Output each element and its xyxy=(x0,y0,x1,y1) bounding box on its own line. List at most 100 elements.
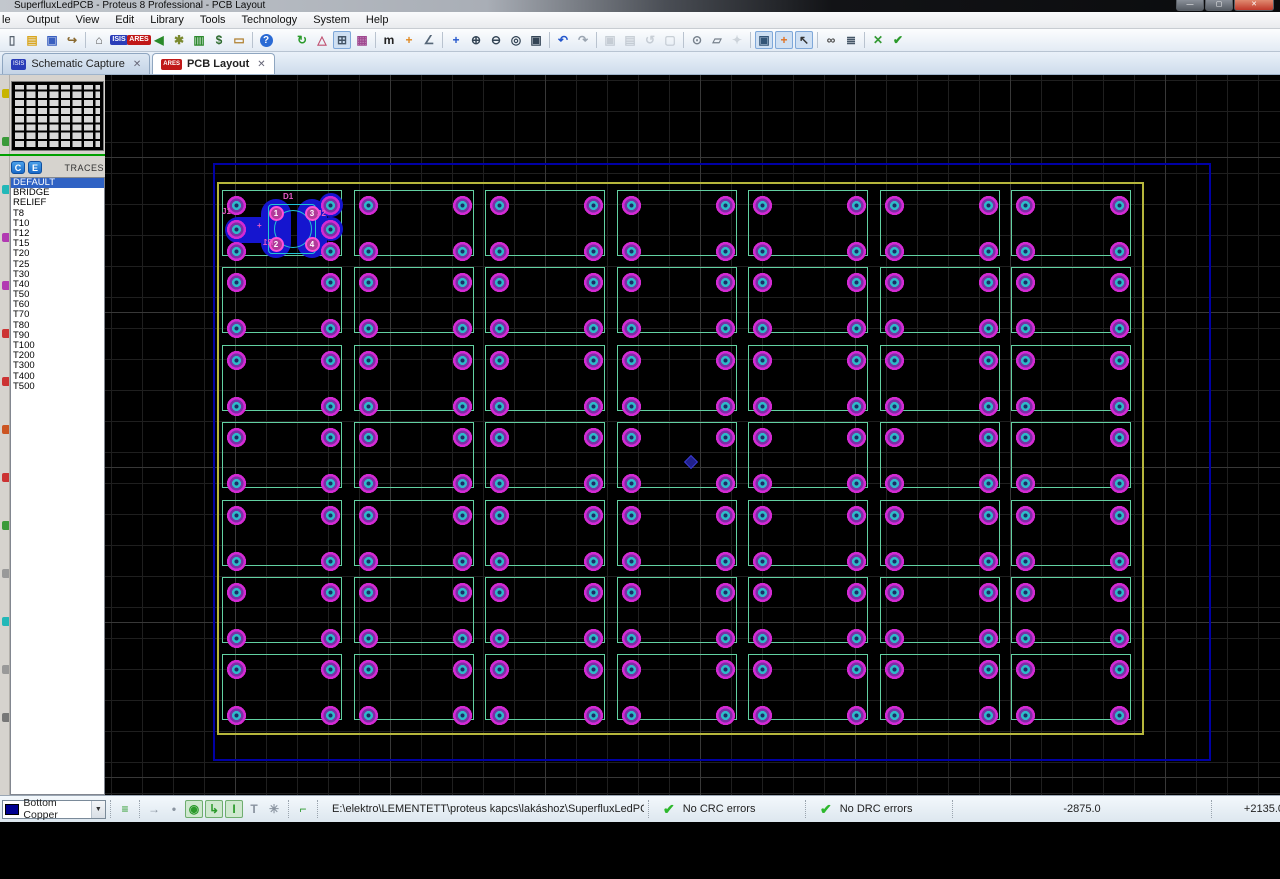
through-hole-pad[interactable] xyxy=(752,272,772,292)
zoom-sheet-icon[interactable]: ⊙ xyxy=(688,31,706,49)
through-hole-pad[interactable] xyxy=(884,396,904,416)
through-hole-pad[interactable] xyxy=(715,473,735,493)
through-hole-pad[interactable] xyxy=(583,659,603,679)
through-hole-pad[interactable] xyxy=(621,396,641,416)
through-hole-pad[interactable] xyxy=(752,473,772,493)
zoom-all-icon[interactable]: ◎ xyxy=(507,31,525,49)
footprint-cell[interactable] xyxy=(880,267,1000,338)
through-hole-pad[interactable] xyxy=(1109,427,1129,447)
through-hole-pad[interactable] xyxy=(358,396,378,416)
layer-lock-icon[interactable]: ▣ xyxy=(755,31,773,49)
through-hole-pad[interactable] xyxy=(752,551,772,571)
footprint-cell[interactable] xyxy=(485,345,605,416)
through-hole-pad[interactable] xyxy=(226,318,246,338)
through-hole-pad[interactable] xyxy=(320,272,340,292)
footprint-cell[interactable] xyxy=(1011,190,1131,261)
footprint-cell[interactable] xyxy=(485,500,605,571)
through-hole-pad[interactable] xyxy=(884,195,904,215)
through-hole-pad[interactable] xyxy=(978,705,998,725)
footprint-cell[interactable] xyxy=(1011,345,1131,416)
text-mode-icon[interactable]: T xyxy=(245,800,263,818)
footprint-cell[interactable] xyxy=(1011,577,1131,648)
through-hole-pad[interactable] xyxy=(320,427,340,447)
through-hole-pad[interactable] xyxy=(1109,272,1129,292)
mode-tool-fragment[interactable] xyxy=(2,137,9,146)
footprint-cell[interactable] xyxy=(354,577,474,648)
led-pad-4[interactable]: 4 xyxy=(304,236,320,252)
bom-icon[interactable]: $ xyxy=(210,31,228,49)
footprint-cell[interactable] xyxy=(222,267,342,338)
through-hole-pad[interactable] xyxy=(1109,505,1129,525)
footprint-cell[interactable] xyxy=(880,422,1000,493)
menu-le[interactable]: le xyxy=(0,12,19,29)
through-hole-pad[interactable] xyxy=(1109,551,1129,571)
through-hole-pad[interactable] xyxy=(226,241,246,261)
tab-close-icon[interactable]: ✕ xyxy=(257,59,265,70)
through-hole-pad[interactable] xyxy=(452,241,472,261)
footprint-cell[interactable] xyxy=(748,500,868,571)
zoom-in-icon[interactable]: ⊕ xyxy=(467,31,485,49)
through-hole-pad[interactable] xyxy=(489,659,509,679)
through-hole-pad[interactable] xyxy=(358,272,378,292)
through-hole-pad[interactable] xyxy=(452,628,472,648)
mode-toolbar-strip[interactable] xyxy=(0,75,10,795)
through-hole-pad[interactable] xyxy=(1015,318,1035,338)
mode-tool-fragment[interactable] xyxy=(2,569,9,578)
zoom-area-icon[interactable]: ▣ xyxy=(527,31,545,49)
through-hole-pad[interactable] xyxy=(226,219,246,239)
binoculars-icon[interactable]: ∞ xyxy=(822,31,840,49)
footprint-cell[interactable] xyxy=(617,190,737,261)
through-hole-pad[interactable] xyxy=(358,241,378,261)
through-hole-pad[interactable] xyxy=(715,241,735,261)
through-hole-pad[interactable] xyxy=(320,396,340,416)
through-hole-pad[interactable] xyxy=(1109,195,1129,215)
mode-tool-fragment[interactable] xyxy=(2,185,9,194)
footprint-cell[interactable] xyxy=(1011,654,1131,725)
overview-minimap[interactable] xyxy=(11,81,104,151)
through-hole-pad[interactable] xyxy=(715,427,735,447)
through-hole-pad[interactable] xyxy=(621,318,641,338)
through-hole-pad[interactable] xyxy=(978,241,998,261)
through-hole-pad[interactable] xyxy=(489,628,509,648)
tab-schematic-capture[interactable]: ISIS Schematic Capture ✕ xyxy=(2,53,151,74)
through-hole-pad[interactable] xyxy=(1015,505,1035,525)
mode-tool-fragment[interactable] xyxy=(2,281,9,290)
through-hole-pad[interactable] xyxy=(715,551,735,571)
pcb-canvas[interactable]: 1 3 2 4 D1 J1 J2 + R1 xyxy=(105,75,1280,795)
through-hole-pad[interactable] xyxy=(1015,350,1035,370)
through-hole-pad[interactable] xyxy=(358,473,378,493)
footprint-cell[interactable] xyxy=(1011,500,1131,571)
through-hole-pad[interactable] xyxy=(358,350,378,370)
mode-tool-fragment[interactable] xyxy=(2,425,9,434)
through-hole-pad[interactable] xyxy=(320,219,340,239)
through-hole-pad[interactable] xyxy=(1109,705,1129,725)
mode-tool-fragment[interactable] xyxy=(2,665,9,674)
through-hole-pad[interactable] xyxy=(621,427,641,447)
isis-module-icon[interactable]: ISIS xyxy=(110,31,128,49)
through-hole-pad[interactable] xyxy=(320,473,340,493)
drc-ruler-icon[interactable]: ✔ xyxy=(889,31,907,49)
ruler-icon[interactable]: ▭ xyxy=(230,31,248,49)
menu-help[interactable]: Help xyxy=(358,12,397,29)
save-icon[interactable]: ▣ xyxy=(43,31,61,49)
through-hole-pad[interactable] xyxy=(358,318,378,338)
mode-tool-fragment[interactable] xyxy=(2,377,9,386)
through-hole-pad[interactable] xyxy=(846,195,866,215)
through-hole-pad[interactable] xyxy=(752,705,772,725)
mode-tool-fragment[interactable] xyxy=(2,521,9,530)
through-hole-pad[interactable] xyxy=(884,505,904,525)
help-icon[interactable]: ? xyxy=(257,31,275,49)
through-hole-pad[interactable] xyxy=(320,350,340,370)
through-hole-pad[interactable] xyxy=(583,705,603,725)
through-hole-pad[interactable] xyxy=(846,318,866,338)
footprint-cell[interactable] xyxy=(617,267,737,338)
through-hole-pad[interactable] xyxy=(978,505,998,525)
new-sheet-icon[interactable]: ▱ xyxy=(708,31,726,49)
maximize-button[interactable]: ▢ xyxy=(1205,0,1233,11)
through-hole-pad[interactable] xyxy=(1109,396,1129,416)
through-hole-pad[interactable] xyxy=(752,659,772,679)
through-hole-pad[interactable] xyxy=(489,272,509,292)
through-hole-pad[interactable] xyxy=(226,628,246,648)
open-folder-icon[interactable]: ▤ xyxy=(23,31,41,49)
footprint-cell[interactable] xyxy=(880,577,1000,648)
